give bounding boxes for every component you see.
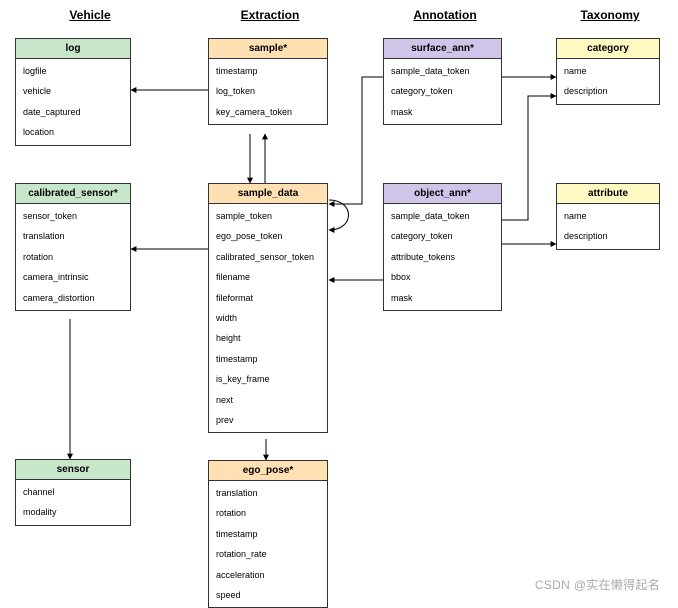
field: category_token [384, 81, 501, 101]
col-header-taxonomy: Taxonomy [560, 8, 660, 22]
field: calibrated_sensor_token [209, 247, 327, 267]
entity-log-fields: logfile vehicle date_captured location [16, 59, 130, 145]
field: sample_data_token [384, 206, 501, 226]
entity-category: category name description [556, 38, 660, 105]
entity-sample-data-title: sample_data [209, 184, 327, 204]
entity-attribute-title: attribute [557, 184, 659, 204]
field: key_camera_token [209, 102, 327, 122]
field: sample_token [209, 206, 327, 226]
entity-object-ann-fields: sample_data_token category_token attribu… [384, 204, 501, 310]
field: camera_intrinsic [16, 267, 130, 287]
field: filename [209, 267, 327, 287]
entity-object-ann-title: object_ann* [384, 184, 501, 204]
field: translation [209, 483, 327, 503]
watermark-text: CSDN @实在懒得起名 [535, 576, 660, 593]
entity-category-fields: name description [557, 59, 659, 104]
field: name [557, 61, 659, 81]
field: log_token [209, 81, 327, 101]
col-header-extraction: Extraction [220, 8, 320, 22]
field: mask [384, 102, 501, 122]
entity-calibrated-sensor-fields: sensor_token translation rotation camera… [16, 204, 130, 310]
field: bbox [384, 267, 501, 287]
field: translation [16, 226, 130, 246]
field: is_key_frame [209, 369, 327, 389]
field: description [557, 81, 659, 101]
field: height [209, 328, 327, 348]
entity-sample: sample* timestamp log_token key_camera_t… [208, 38, 328, 125]
entity-surface-ann-fields: sample_data_token category_token mask [384, 59, 501, 124]
entity-sample-data: sample_data sample_token ego_pose_token … [208, 183, 328, 433]
field: rotation_rate [209, 544, 327, 564]
field: name [557, 206, 659, 226]
entity-surface-ann-title: surface_ann* [384, 39, 501, 59]
entity-ego-pose-fields: translation rotation timestamp rotation_… [209, 481, 327, 607]
field: ego_pose_token [209, 226, 327, 246]
field: date_captured [16, 102, 130, 122]
field: sample_data_token [384, 61, 501, 81]
field: camera_distortion [16, 288, 130, 308]
field: width [209, 308, 327, 328]
entity-sample-title: sample* [209, 39, 327, 59]
field: location [16, 122, 130, 142]
field: prev [209, 410, 327, 430]
field: fileformat [209, 288, 327, 308]
field: timestamp [209, 524, 327, 544]
entity-ego-pose-title: ego_pose* [209, 461, 327, 481]
field: logfile [16, 61, 130, 81]
field: timestamp [209, 61, 327, 81]
entity-sensor-fields: channel modality [16, 480, 130, 525]
field: acceleration [209, 565, 327, 585]
field: next [209, 390, 327, 410]
entity-log-title: log [16, 39, 130, 59]
entity-attribute-fields: name description [557, 204, 659, 249]
field: description [557, 226, 659, 246]
entity-sensor-title: sensor [16, 460, 130, 480]
entity-sample-fields: timestamp log_token key_camera_token [209, 59, 327, 124]
entity-surface-ann: surface_ann* sample_data_token category_… [383, 38, 502, 125]
entity-calibrated-sensor-title: calibrated_sensor* [16, 184, 130, 204]
field: channel [16, 482, 130, 502]
field: attribute_tokens [384, 247, 501, 267]
field: speed [209, 585, 327, 605]
col-header-annotation: Annotation [395, 8, 495, 22]
entity-attribute: attribute name description [556, 183, 660, 250]
entity-sample-data-fields: sample_token ego_pose_token calibrated_s… [209, 204, 327, 432]
entity-calibrated-sensor: calibrated_sensor* sensor_token translat… [15, 183, 131, 311]
entity-category-title: category [557, 39, 659, 59]
field: vehicle [16, 81, 130, 101]
field: timestamp [209, 349, 327, 369]
field: category_token [384, 226, 501, 246]
field: modality [16, 502, 130, 522]
entity-ego-pose: ego_pose* translation rotation timestamp… [208, 460, 328, 608]
entity-sensor: sensor channel modality [15, 459, 131, 526]
field: sensor_token [16, 206, 130, 226]
col-header-vehicle: Vehicle [40, 8, 140, 22]
field: rotation [16, 247, 130, 267]
entity-object-ann: object_ann* sample_data_token category_t… [383, 183, 502, 311]
field: rotation [209, 503, 327, 523]
entity-log: log logfile vehicle date_captured locati… [15, 38, 131, 146]
field: mask [384, 288, 501, 308]
